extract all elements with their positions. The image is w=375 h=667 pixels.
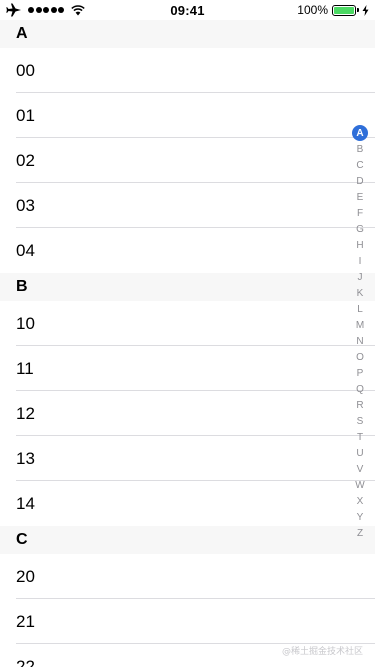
index-letter-l[interactable]: L: [352, 301, 368, 317]
index-letter-g[interactable]: G: [352, 221, 368, 237]
list-item[interactable]: 00: [0, 48, 375, 93]
index-letter-s[interactable]: S: [352, 413, 368, 429]
index-letter-f[interactable]: F: [352, 205, 368, 221]
section-header-c: C: [0, 526, 375, 554]
index-letter-p[interactable]: P: [352, 365, 368, 381]
list-item[interactable]: 20: [0, 554, 375, 599]
list-item[interactable]: 12: [0, 391, 375, 436]
list-item[interactable]: 11: [0, 346, 375, 391]
index-letter-r[interactable]: R: [352, 397, 368, 413]
index-letter-e[interactable]: E: [352, 189, 368, 205]
index-letter-d[interactable]: D: [352, 173, 368, 189]
list-item[interactable]: 10: [0, 301, 375, 346]
index-letter-i[interactable]: I: [352, 253, 368, 269]
index-letter-n[interactable]: N: [352, 333, 368, 349]
index-letter-y[interactable]: Y: [352, 509, 368, 525]
index-letter-c[interactable]: C: [352, 157, 368, 173]
index-letter-j[interactable]: J: [352, 269, 368, 285]
index-letter-x[interactable]: X: [352, 493, 368, 509]
list-item[interactable]: 02: [0, 138, 375, 183]
status-bar: 09:41 100%: [0, 0, 375, 20]
section-header-b: B: [0, 273, 375, 301]
index-letter-t[interactable]: T: [352, 429, 368, 445]
index-letter-a[interactable]: A: [352, 125, 368, 141]
index-letter-o[interactable]: O: [352, 349, 368, 365]
status-right: 100%: [297, 3, 369, 17]
battery-cap: [357, 8, 359, 12]
watermark: @稀土掘金技术社区: [281, 647, 363, 657]
index-letter-v[interactable]: V: [352, 461, 368, 477]
index-letter-w[interactable]: W: [352, 477, 368, 493]
section-index-bar[interactable]: ABCDEFGHIJKLMNOPQRSTUVWXYZ: [352, 125, 368, 541]
list-item[interactable]: 14: [0, 481, 375, 526]
list-item[interactable]: 04: [0, 228, 375, 273]
list-item[interactable]: 13: [0, 436, 375, 481]
index-letter-m[interactable]: M: [352, 317, 368, 333]
index-letter-u[interactable]: U: [352, 445, 368, 461]
index-letter-b[interactable]: B: [352, 141, 368, 157]
index-letter-h[interactable]: H: [352, 237, 368, 253]
battery-percent: 100%: [297, 3, 328, 17]
charging-bolt-icon: [362, 4, 369, 16]
battery-fill: [334, 6, 354, 14]
battery-icon: [332, 4, 356, 16]
section-header-a: A: [0, 20, 375, 48]
list-item[interactable]: 21: [0, 599, 375, 644]
list-item[interactable]: 01: [0, 93, 375, 138]
contact-list[interactable]: A 00 01 02 03 04 B 10 11 12 13 14 C 20 21 22: [0, 20, 375, 667]
index-letter-k[interactable]: K: [352, 285, 368, 301]
index-letter-z[interactable]: Z: [352, 525, 368, 541]
list-item[interactable]: 03: [0, 183, 375, 228]
index-letter-q[interactable]: Q: [352, 381, 368, 397]
